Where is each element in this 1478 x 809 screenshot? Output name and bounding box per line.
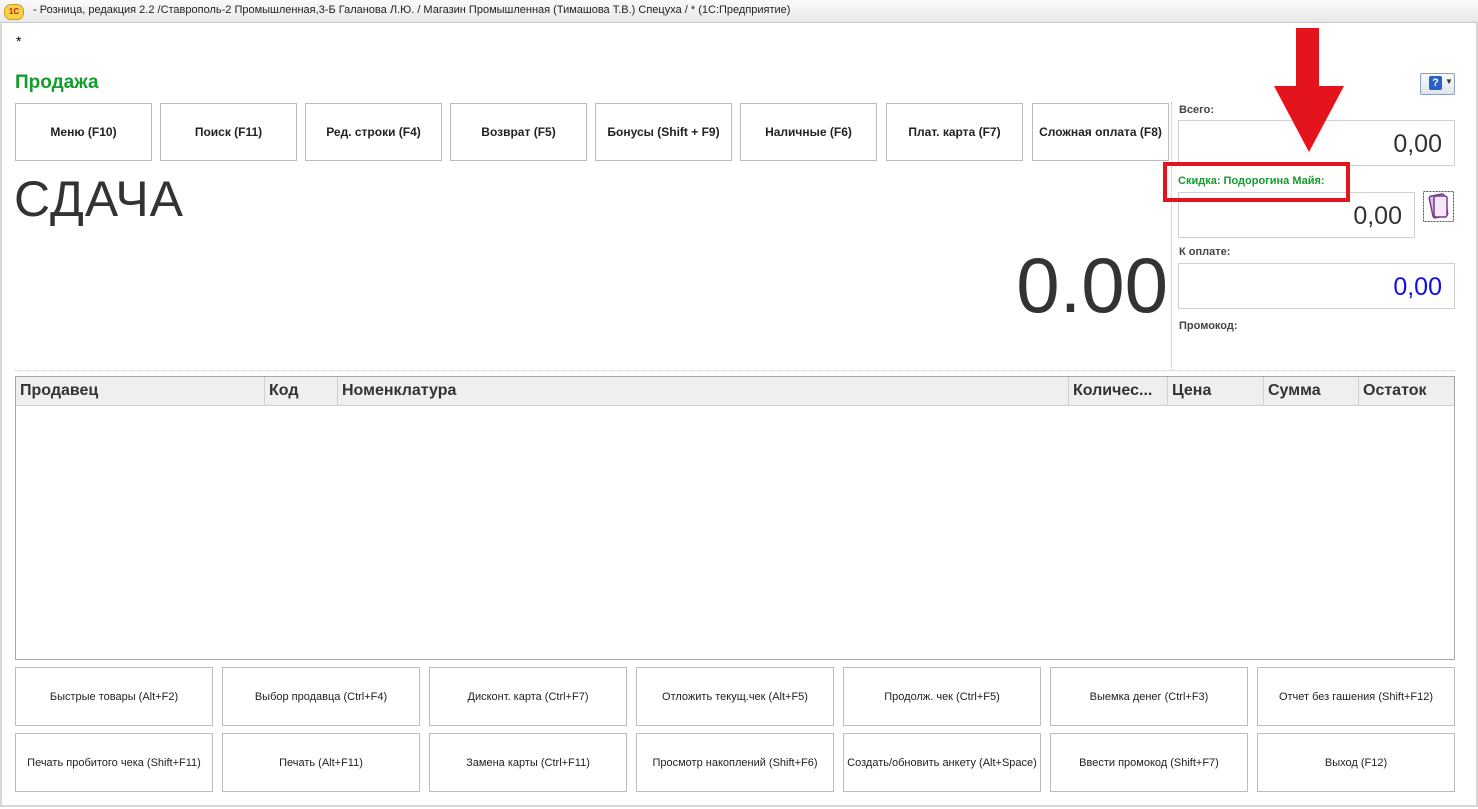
x-report-button[interactable]: Отчет без гашения (Shift+F12) [1257,667,1455,726]
return-button[interactable]: Возврат (F5) [450,103,587,161]
discount-card-icon[interactable] [1423,191,1454,222]
total-label: Всего: [1179,104,1214,116]
create-update-form-button[interactable]: Создать/обновить анкету (Alt+Space) [843,733,1041,792]
print-receipt-copy-button[interactable]: Печать пробитого чека (Shift+F11) [15,733,213,792]
column-code[interactable]: Код [265,377,338,405]
promo-label: Промокод: [1179,320,1238,332]
cash-button[interactable]: Наличные (F6) [740,103,877,161]
column-price[interactable]: Цена [1168,377,1264,405]
modified-marker: * [16,33,22,49]
to-pay-label: К оплате: [1179,246,1231,258]
sales-table[interactable]: Продавец Код Номенклатура Количес... Цен… [15,376,1455,660]
column-sum[interactable]: Сумма [1264,377,1359,405]
discount-card-button[interactable]: Дисконт. карта (Ctrl+F7) [429,667,627,726]
bonuses-button[interactable]: Бонусы (Shift + F9) [595,103,732,161]
help-icon: ? [1429,76,1442,90]
panel-divider [1171,102,1172,370]
window-title: - Розница, редакция 2.2 /Ставрополь-2 Пр… [33,4,791,16]
quick-goods-button[interactable]: Быстрые товары (Alt+F2) [15,667,213,726]
replace-card-button[interactable]: Замена карты (Ctrl+F11) [429,733,627,792]
edit-row-button[interactable]: Ред. строки (F4) [305,103,442,161]
cash-withdrawal-button[interactable]: Выемка денег (Ctrl+F3) [1050,667,1248,726]
help-button[interactable]: ? ▼ [1420,73,1455,95]
search-button[interactable]: Поиск (F11) [160,103,297,161]
menu-button[interactable]: Меню (F10) [15,103,152,161]
column-seller[interactable]: Продавец [16,377,265,405]
down-arrow-annotation [1274,28,1344,152]
enter-promo-button[interactable]: Ввести промокод (Shift+F7) [1050,733,1248,792]
view-savings-button[interactable]: Просмотр накоплений (Shift+F6) [636,733,834,792]
table-header: Продавец Код Номенклатура Количес... Цен… [16,377,1454,406]
select-seller-button[interactable]: Выбор продавца (Ctrl+F4) [222,667,420,726]
change-label: СДАЧА [14,171,184,227]
app-logo-icon: 1С [4,4,24,20]
chevron-down-icon: ▼ [1445,77,1453,86]
section-divider [15,370,1455,371]
print-button[interactable]: Печать (Alt+F11) [222,733,420,792]
annotation-highlight-box [1163,162,1350,202]
card-payment-button[interactable]: Плат. карта (F7) [886,103,1023,161]
window-titlebar: 1С - Розница, редакция 2.2 /Ставрополь-2… [0,0,1478,23]
continue-receipt-button[interactable]: Продолж. чек (Ctrl+F5) [843,667,1041,726]
postpone-receipt-button[interactable]: Отложить текущ.чек (Alt+F5) [636,667,834,726]
page-title: Продажа [15,72,99,93]
column-quantity[interactable]: Количес... [1069,377,1168,405]
exit-button[interactable]: Выход (F12) [1257,733,1455,792]
to-pay-field: 0,00 [1178,263,1455,309]
column-item[interactable]: Номенклатура [338,377,1069,405]
column-stock[interactable]: Остаток [1359,377,1454,405]
change-amount: 0.00 [1016,241,1168,329]
complex-payment-button[interactable]: Сложная оплата (F8) [1032,103,1169,161]
